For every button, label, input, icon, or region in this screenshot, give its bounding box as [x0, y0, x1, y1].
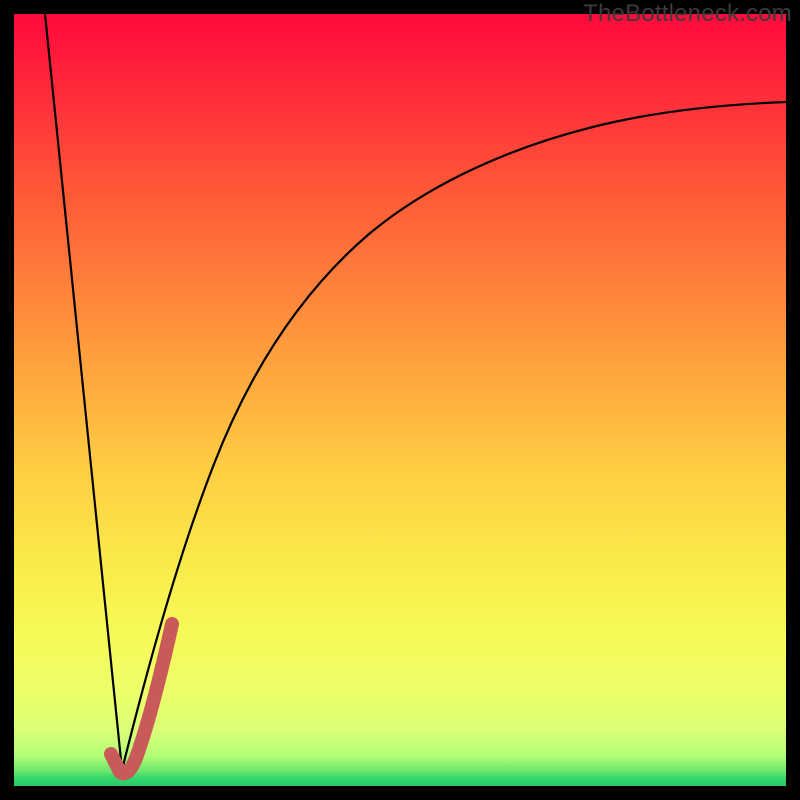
plot-area: [14, 14, 786, 786]
left-line: [45, 14, 122, 770]
chart-frame: TheBottleneck.com: [0, 0, 800, 800]
chart-svg: [14, 14, 786, 786]
right-curve: [122, 102, 786, 770]
watermark-text: TheBottleneck.com: [583, 0, 792, 28]
